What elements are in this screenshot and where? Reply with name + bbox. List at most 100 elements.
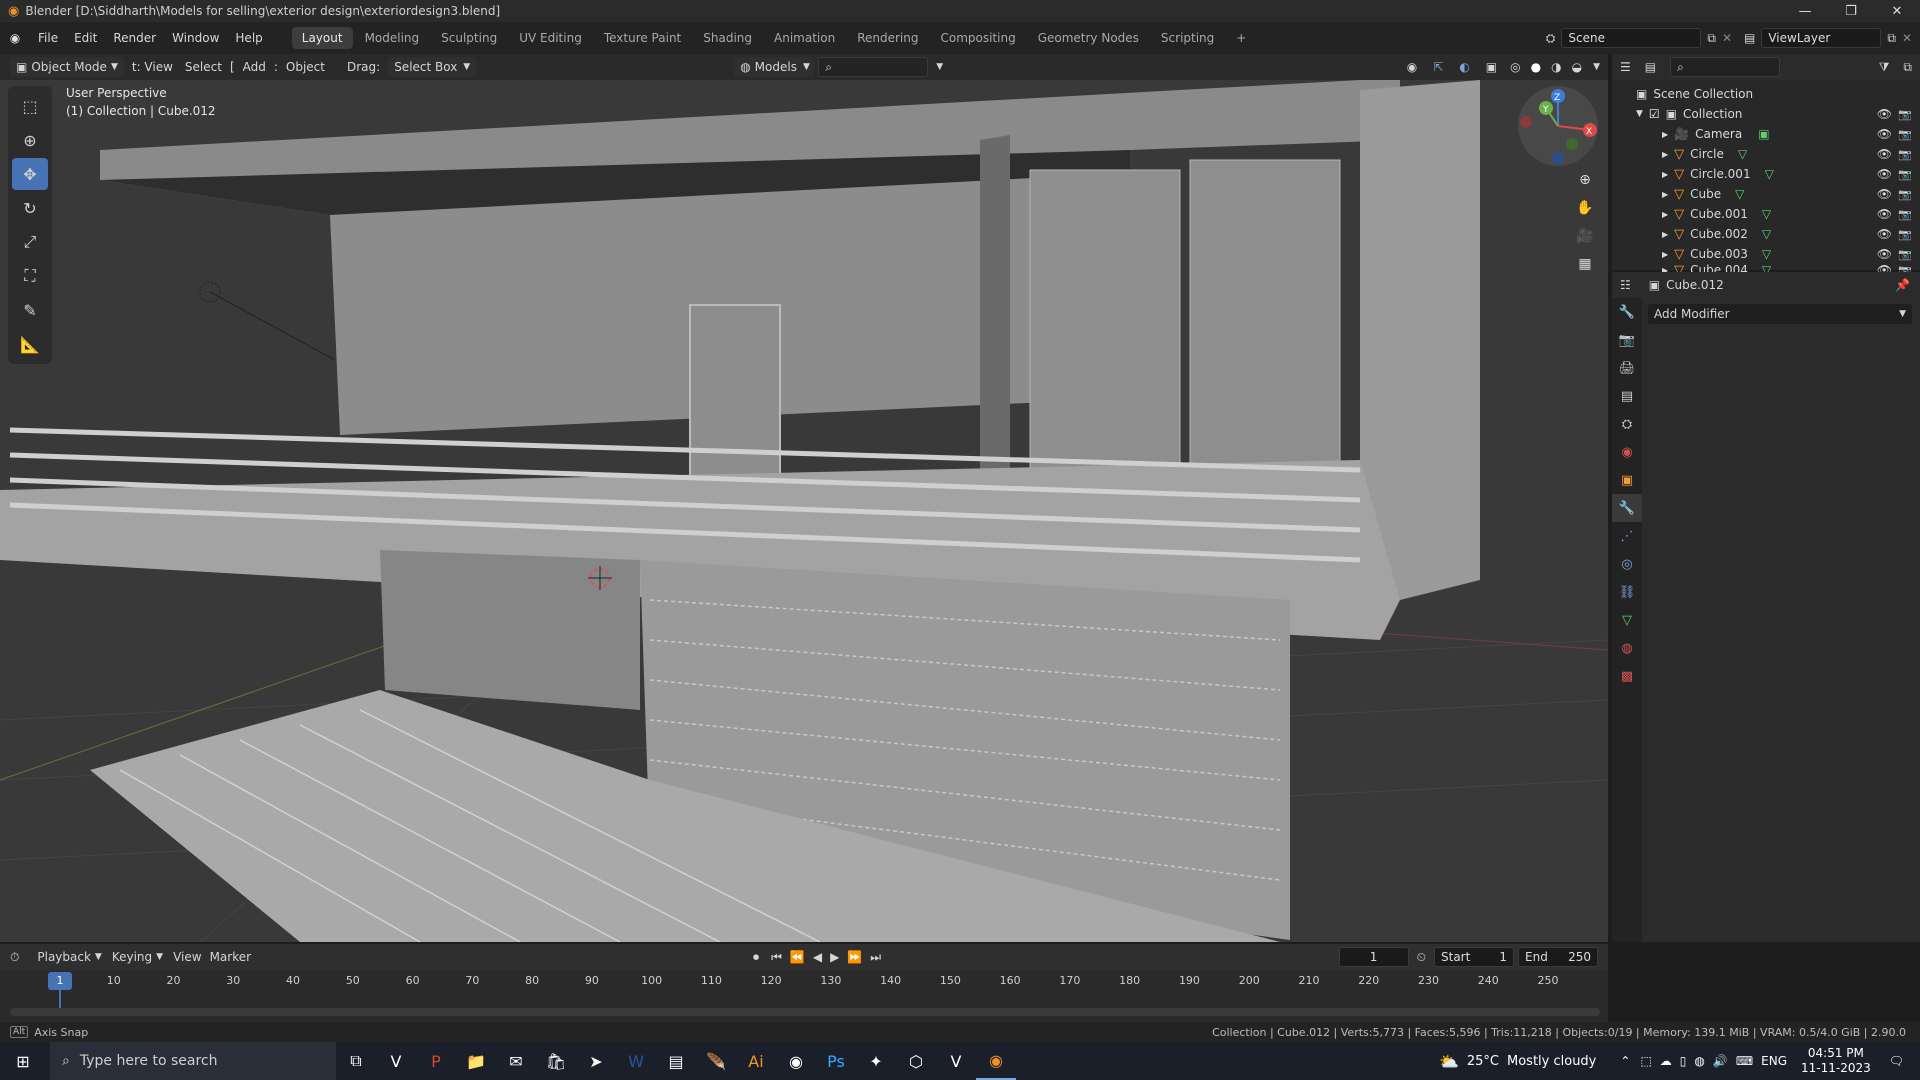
view-layer-selector[interactable]: ViewLayer xyxy=(1761,28,1882,48)
volume-icon[interactable]: 🔊 xyxy=(1713,1054,1728,1068)
clock-icon[interactable]: ⏲ xyxy=(1417,950,1426,965)
world-tab-icon[interactable]: ◉ xyxy=(1612,438,1642,466)
material-tab-icon[interactable]: ◍ xyxy=(1612,634,1642,662)
scene-selector[interactable]: Scene xyxy=(1561,28,1702,48)
render-camera-icon[interactable]: 📷 xyxy=(1898,248,1912,261)
tab-sculpting[interactable]: Sculpting xyxy=(431,27,507,49)
3d-viewport[interactable] xyxy=(0,80,1608,942)
object-menu[interactable]: Object xyxy=(282,60,329,74)
menu-edit[interactable]: Edit xyxy=(66,22,105,54)
clock[interactable]: 04:51 PM 11-11-2023 xyxy=(1801,1046,1871,1076)
filter-icon[interactable]: ⧩ xyxy=(1879,60,1890,75)
xray-toggle-icon[interactable]: ▣ xyxy=(1486,60,1497,74)
eye-icon[interactable]: 👁 xyxy=(1877,107,1892,121)
tab-animation[interactable]: Animation xyxy=(764,27,845,49)
eye-icon[interactable]: 👁 xyxy=(1877,127,1892,141)
minimize-button[interactable]: — xyxy=(1782,0,1828,22)
start-frame-field[interactable]: Start 1 xyxy=(1434,947,1514,967)
chevron-up-icon[interactable]: ⌃ xyxy=(1620,1054,1630,1068)
add-menu[interactable]: Add xyxy=(239,60,270,74)
render-camera-icon[interactable]: 📷 xyxy=(1898,168,1912,181)
pin-icon[interactable]: 📌 xyxy=(1895,278,1910,292)
new-collection-icon[interactable]: ⧉ xyxy=(1903,60,1912,75)
store-app-icon[interactable]: 🛍 xyxy=(536,1042,576,1080)
particles-tab-icon[interactable]: ⋰ xyxy=(1612,522,1642,550)
outliner-item-circle[interactable]: ▶ ▽ Circle ▽ 👁 📷 xyxy=(1612,144,1920,164)
outliner-item-cube-001[interactable]: ▶ ▽ Cube.001 ▽ 👁 📷 xyxy=(1612,204,1920,224)
delete-scene-icon[interactable]: ✕ xyxy=(1722,31,1732,45)
render-camera-icon[interactable]: 📷 xyxy=(1898,228,1912,241)
timeline-view-menu[interactable]: View xyxy=(169,950,205,964)
viewport-search-input[interactable]: ⌕ xyxy=(818,57,929,77)
tab-compositing[interactable]: Compositing xyxy=(930,27,1025,49)
chevron-down-icon[interactable]: ▼ xyxy=(1593,62,1600,72)
scene-collection-row[interactable]: ▣ Scene Collection xyxy=(1612,84,1920,104)
record-icon[interactable]: ⏺ xyxy=(753,950,759,965)
restore-button[interactable]: ❐ xyxy=(1828,0,1874,22)
word-app-icon[interactable]: W xyxy=(616,1042,656,1080)
render-camera-icon[interactable]: 📷 xyxy=(1898,208,1912,221)
delete-view-layer-icon[interactable]: ✕ xyxy=(1902,31,1912,45)
marker-menu[interactable]: Marker xyxy=(206,950,255,964)
notifications-icon[interactable]: 🗨 xyxy=(1889,1054,1904,1068)
tray-icon[interactable]: ⬚ xyxy=(1640,1054,1651,1068)
outliner-editor-icon[interactable]: ☰ xyxy=(1620,60,1631,74)
physics-tab-icon[interactable]: ◎ xyxy=(1612,550,1642,578)
transform-tool-icon[interactable]: ⛶ xyxy=(12,260,48,292)
tab-layout[interactable]: Layout xyxy=(291,27,353,49)
outliner-item-circle-001[interactable]: ▶ ▽ Circle.001 ▽ 👁 📷 xyxy=(1612,164,1920,184)
view-layer-tab-icon[interactable]: ▤ xyxy=(1612,382,1642,410)
collection-row[interactable]: ▼ ☑ ▣ Collection 👁 📷 xyxy=(1612,104,1920,124)
axis-gizmo[interactable]: Z X Y xyxy=(1518,86,1598,166)
prev-keyframe-icon[interactable]: ⏪ xyxy=(790,950,805,964)
outliner-item-camera[interactable]: ▶ 🎥 Camera ▣ 👁 📷 xyxy=(1612,124,1920,144)
outliner-item-cube-003[interactable]: ▶ ▽ Cube.003 ▽ 👁 📷 xyxy=(1612,244,1920,264)
keyboard-icon[interactable]: ⌨ xyxy=(1736,1054,1753,1068)
select-box-tool-icon[interactable]: ⬚ xyxy=(12,90,48,122)
app-icon[interactable]: ✦ xyxy=(856,1042,896,1080)
tab-texture-paint[interactable]: Texture Paint xyxy=(594,27,691,49)
tab-scripting[interactable]: Scripting xyxy=(1151,27,1224,49)
display-mode-icon[interactable]: ▤ xyxy=(1645,60,1656,74)
app-icon[interactable]: ➤ xyxy=(576,1042,616,1080)
checkbox-icon[interactable]: ☑ xyxy=(1649,107,1660,121)
new-view-layer-icon[interactable]: ⧉ xyxy=(1887,31,1896,46)
render-camera-icon[interactable]: 📷 xyxy=(1898,108,1912,121)
timeline-ruler[interactable]: 1 10 20 30 40 50 60 70 80 90 100 110 120 130 140 150 160… xyxy=(0,970,1608,1012)
texture-tab-icon[interactable]: ▩ xyxy=(1612,662,1642,690)
measure-tool-icon[interactable]: 📐 xyxy=(12,328,48,360)
chrome-app-icon[interactable]: ◉ xyxy=(776,1042,816,1080)
expand-arrow-icon[interactable]: ▶ xyxy=(1662,190,1668,199)
tab-geometry-nodes[interactable]: Geometry Nodes xyxy=(1028,27,1149,49)
overlay-toggle-icon[interactable]: ◐ xyxy=(1459,60,1469,74)
render-camera-icon[interactable]: 📷 xyxy=(1898,188,1912,201)
adobe-illustrator-icon[interactable]: Ai xyxy=(736,1042,776,1080)
keying-menu[interactable]: Keying xyxy=(108,950,156,964)
gizmo-toggle-icon[interactable]: ⇱ xyxy=(1433,60,1443,74)
add-workspace-button[interactable]: + xyxy=(1226,27,1256,49)
tab-modeling[interactable]: Modeling xyxy=(355,27,430,49)
playback-menu[interactable]: Playback xyxy=(33,950,95,964)
tray-icon[interactable]: ☁ xyxy=(1660,1054,1672,1068)
expand-arrow-icon[interactable]: ▶ xyxy=(1662,170,1668,179)
jump-end-icon[interactable]: ⏭ xyxy=(870,950,881,965)
jump-start-icon[interactable]: ⏮ xyxy=(771,950,782,965)
move-tool-icon[interactable]: ✥ xyxy=(12,158,48,190)
play-reverse-icon[interactable]: ◀ xyxy=(813,950,822,964)
network-icon[interactable]: ◍ xyxy=(1694,1054,1704,1068)
current-frame-field[interactable]: 1 xyxy=(1338,947,1409,967)
collection-filter-dropdown[interactable]: ◍ Models ▼ xyxy=(734,57,815,77)
data-tab-icon[interactable]: ▽ xyxy=(1612,606,1642,634)
tab-rendering[interactable]: Rendering xyxy=(847,27,928,49)
blender-app-icon[interactable]: ◉ xyxy=(976,1042,1016,1080)
rendered-shading-icon[interactable]: ◒ xyxy=(1572,60,1582,74)
expand-arrow-icon[interactable]: ▶ xyxy=(1662,230,1668,239)
mail-app-icon[interactable]: ✉ xyxy=(496,1042,536,1080)
add-modifier-dropdown[interactable]: Add Modifier ▼ xyxy=(1648,304,1912,324)
annotate-tool-icon[interactable]: ✎ xyxy=(12,294,48,326)
ortho-grid-icon[interactable]: ▦ xyxy=(1571,250,1599,278)
vegas-app-icon[interactable]: V xyxy=(936,1042,976,1080)
scale-tool-icon[interactable]: ⤢ xyxy=(12,226,48,258)
wireframe-shading-icon[interactable]: ◎ xyxy=(1510,60,1520,74)
end-frame-field[interactable]: End 250 xyxy=(1518,947,1598,967)
